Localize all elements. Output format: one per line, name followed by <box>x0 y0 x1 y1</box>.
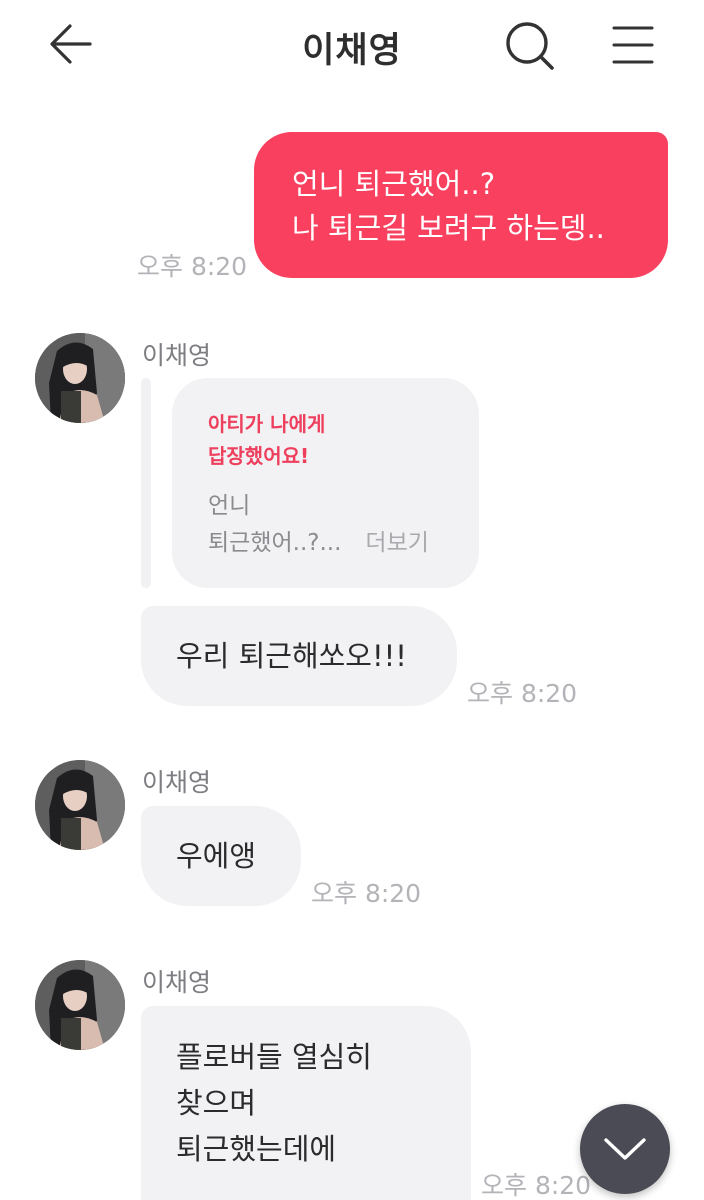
reply-notice-line: 아티가 나에게 <box>208 412 326 436</box>
sender-name: 이채영 <box>142 768 212 797</box>
reply-quote-text: 퇴근했어..?... <box>208 530 342 556</box>
menu-button[interactable] <box>608 20 658 70</box>
hamburger-menu-icon <box>612 26 654 64</box>
received-message-line: 퇴근했는데에 <box>176 1132 337 1166</box>
search-button[interactable] <box>502 18 558 74</box>
avatar[interactable] <box>35 333 125 423</box>
reply-indicator-bar <box>141 378 151 588</box>
received-message-bubble[interactable]: 우에앵 <box>141 806 301 906</box>
sent-message-line: 나 퇴근길 보려구 하는뎅.. <box>292 211 605 245</box>
received-message-time: 오후 8:20 <box>481 1171 592 1200</box>
reply-card[interactable]: 아티가 나에게 답장했어요! 언니 퇴근했어..?... 더보기 <box>172 378 479 588</box>
sent-message-time: 오후 8:20 <box>137 252 248 281</box>
reply-quote-line: 퇴근했어..?... 더보기 <box>208 525 479 562</box>
more-link[interactable]: 더보기 <box>365 530 428 556</box>
received-message-line: 찾으며 <box>176 1086 257 1120</box>
sent-message-line: 언니 퇴근했어..? <box>292 167 496 201</box>
chevron-down-icon <box>604 1138 646 1160</box>
scroll-to-bottom-button[interactable] <box>580 1104 670 1194</box>
received-message-time: 오후 8:20 <box>311 879 422 908</box>
received-message-bubble[interactable]: 우리 퇴근해쏘오!!! <box>141 606 457 706</box>
received-message-time: 오후 8:20 <box>467 679 578 708</box>
search-icon <box>506 22 554 70</box>
received-message-bubble[interactable]: 플로버들 열심히 찾으며 퇴근했는데에 <box>141 1006 471 1200</box>
reply-quote: 언니 퇴근했어..?... 더보기 <box>208 488 479 562</box>
received-message-line: 플로버들 열심히 <box>176 1040 372 1074</box>
sender-name: 이채영 <box>142 968 212 997</box>
sender-name: 이채영 <box>142 341 212 370</box>
reply-notice-line: 답장했어요! <box>208 444 310 468</box>
avatar[interactable] <box>35 760 125 850</box>
chat-title: 이채영 <box>302 31 402 71</box>
avatar[interactable] <box>35 960 125 1050</box>
chat-header: 이채영 <box>0 0 704 90</box>
reply-quote-line: 언니 <box>208 493 251 519</box>
sent-message-bubble[interactable]: 언니 퇴근했어..? 나 퇴근길 보려구 하는뎅.. <box>254 132 668 278</box>
